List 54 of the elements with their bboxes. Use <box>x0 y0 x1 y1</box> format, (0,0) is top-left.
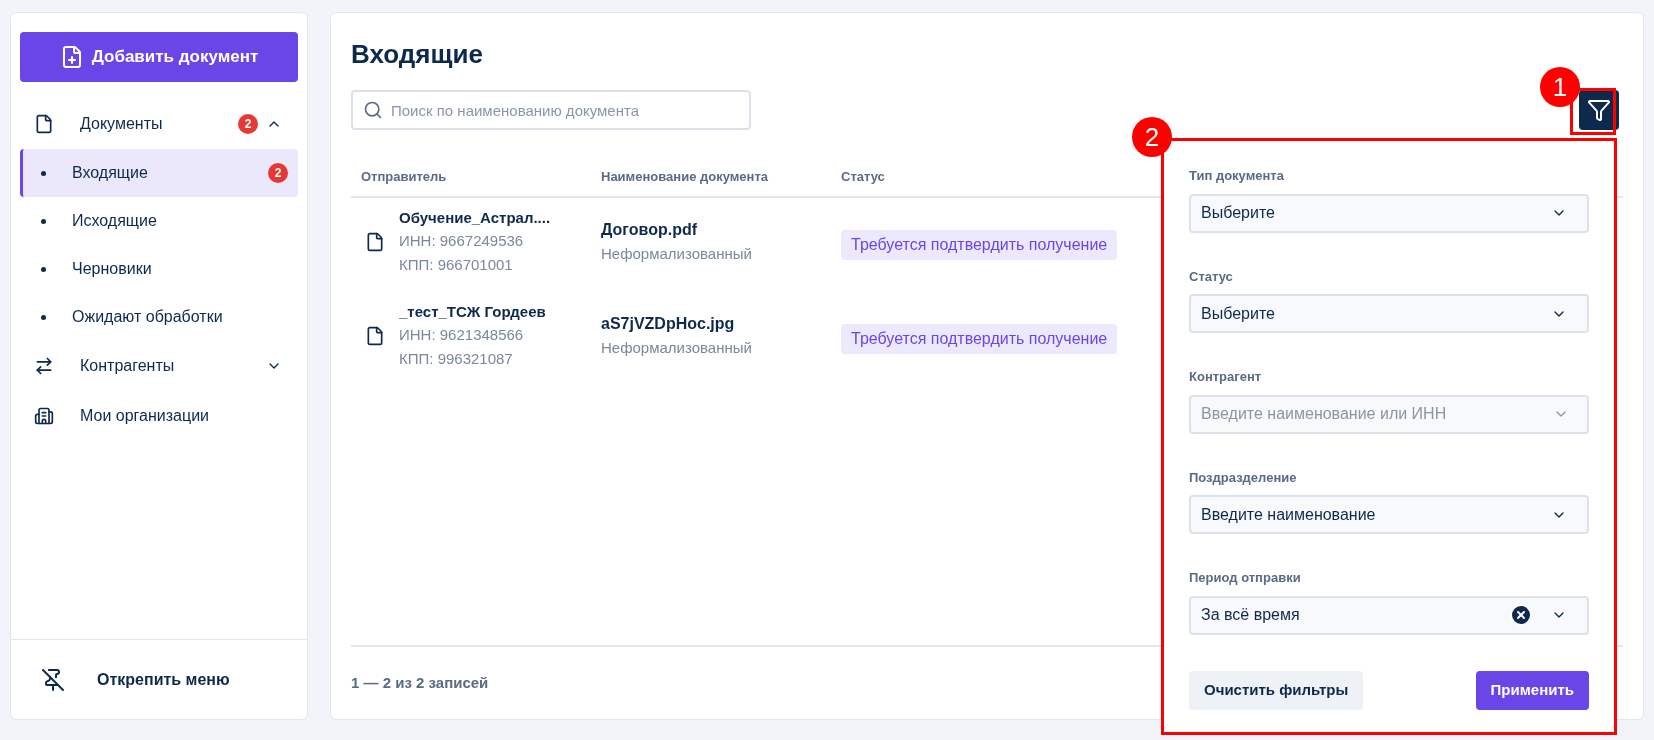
column-header: Наименование документа <box>600 168 770 187</box>
pin-off-icon <box>41 667 65 692</box>
sender-name: _тест_ТСЖ Гордеев <box>399 301 546 322</box>
combobox-field[interactable]: Введите наименование или ИНН <box>1189 394 1589 434</box>
arrows-icon <box>34 356 54 376</box>
sender-name: Обучение_Астрал.... <box>399 207 551 228</box>
unpin-menu-button[interactable]: Открепить меню <box>41 667 230 692</box>
clear-filters-button[interactable]: Очистить фильтры <box>1189 670 1364 710</box>
pagination-info: 1 — 2 из 2 записей <box>351 672 489 693</box>
status-tag: Требуется подтвердить получение <box>841 324 1118 354</box>
select-field[interactable]: Выберите <box>1189 193 1589 233</box>
count-badge: 2 <box>238 114 258 134</box>
bullet-icon <box>41 266 46 272</box>
nav-item[interactable]: Мои организации <box>20 391 298 441</box>
building-icon <box>34 406 54 426</box>
sender-kpp: КПП: 966701001 <box>399 255 514 276</box>
document-name: Договор.pdf <box>601 220 699 240</box>
add-document-button[interactable]: Добавить документ <box>20 32 298 82</box>
document-icon <box>365 232 385 252</box>
page-title: Входящие <box>351 38 484 71</box>
nav-subitem[interactable]: Ожидают обработки <box>20 293 298 341</box>
document-name: aS7jVZDpHoc.jpg <box>601 314 736 334</box>
clear-icon[interactable] <box>1509 603 1533 627</box>
field-label: Статус <box>1189 267 1234 286</box>
column-header: Отправитель <box>360 168 448 187</box>
document-icon <box>365 326 385 346</box>
field-label: Период отправки <box>1189 569 1302 587</box>
sender-inn: ИНН: 9667249536 <box>399 231 525 252</box>
bullet-icon <box>41 170 46 176</box>
nav-subitem[interactable]: Входящие 2 <box>20 149 298 197</box>
search-icon <box>363 100 383 120</box>
apply-button[interactable]: Применить <box>1475 670 1589 710</box>
nav-item[interactable]: Контрагенты <box>20 341 298 391</box>
select-field[interactable]: Выберите <box>1189 294 1589 333</box>
field-label: Поздразделение <box>1189 468 1298 487</box>
document-type: Неформализованный <box>601 244 753 264</box>
bullet-icon <box>41 314 46 320</box>
document-icon <box>34 114 54 134</box>
count-badge: 2 <box>268 163 288 183</box>
bullet-icon <box>41 218 46 224</box>
status-tag: Требуется подтвердить получение <box>841 230 1118 260</box>
nav-item[interactable]: Документы 2 <box>20 99 298 149</box>
document-type: Неформализованный <box>601 338 753 358</box>
field-label: Контрагент <box>1189 368 1263 386</box>
select-field[interactable]: За всё время <box>1189 595 1589 635</box>
column-header: Статус <box>840 168 885 187</box>
nav-subitem[interactable]: Черновики <box>20 245 298 293</box>
sender-inn: ИНН: 9621348566 <box>399 325 525 346</box>
search-field[interactable]: Поиск по наименованию документа <box>351 90 751 130</box>
nav-subitem[interactable]: Исходящие <box>20 197 298 245</box>
field-label: Тип документа <box>1189 167 1285 185</box>
filter-icon <box>1587 98 1611 122</box>
select-field[interactable]: Введите наименование <box>1189 495 1589 534</box>
sender-kpp: КПП: 996321087 <box>399 349 514 370</box>
